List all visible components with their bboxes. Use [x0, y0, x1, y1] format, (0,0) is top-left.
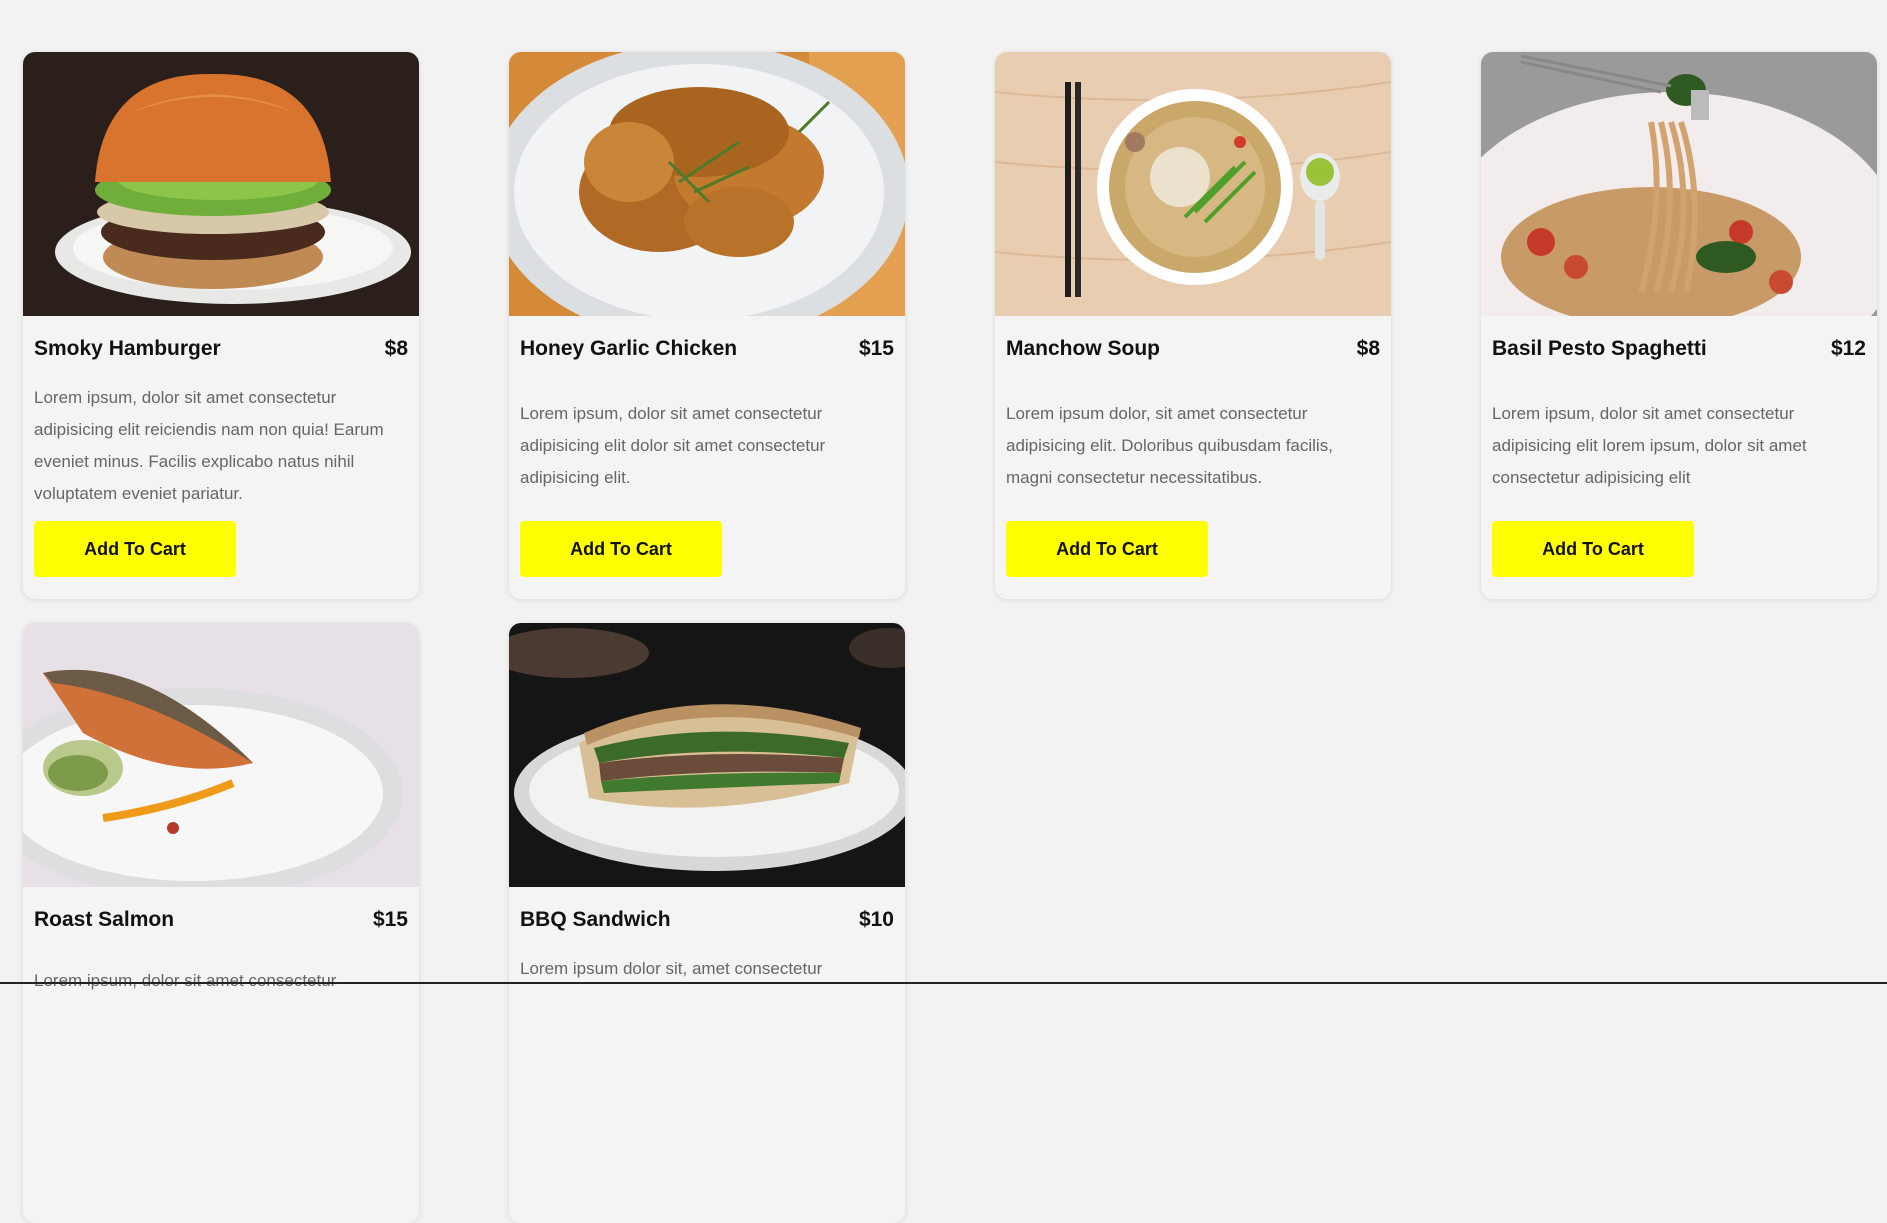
add-to-cart-button[interactable]: Add To Cart — [1492, 521, 1694, 577]
item-price: $8 — [1356, 337, 1380, 360]
item-description: Lorem ipsum, dolor sit amet consectetur — [34, 971, 337, 990]
item-price: $10 — [858, 908, 894, 931]
item-price: $8 — [384, 337, 408, 360]
sandwich-photo — [509, 623, 905, 887]
menu-card-roast-salmon: Roast Salmon $15 Lorem ipsum, dolor sit … — [23, 623, 419, 1223]
soup-photo — [995, 52, 1391, 316]
menu-card-manchow-soup: Manchow Soup $8 Lorem ipsum dolor, sit a… — [995, 52, 1391, 599]
item-price: $15 — [372, 908, 408, 931]
add-to-cart-button[interactable]: Add To Cart — [520, 521, 722, 577]
item-description: Lorem ipsum, dolor sit amet consectetur … — [520, 404, 826, 487]
menu-card-honey-garlic-chicken: Honey Garlic Chicken $15 Lorem ipsum, do… — [509, 52, 905, 599]
add-to-cart-button[interactable]: Add To Cart — [34, 521, 236, 577]
menu-grid: Smoky Hamburger $8 Lorem ipsum, dolor si… — [23, 52, 1877, 1223]
menu-card-bbq-sandwich: BBQ Sandwich $10 Lorem ipsum dolor sit, … — [509, 623, 905, 1223]
hamburger-photo — [23, 52, 419, 316]
item-description: Lorem ipsum dolor, sit amet consectetur … — [1006, 404, 1333, 487]
item-name: BBQ Sandwich — [520, 908, 671, 931]
item-description: Lorem ipsum, dolor sit amet consectetur … — [34, 388, 384, 503]
item-price: $12 — [1830, 337, 1866, 360]
menu-card-basil-pesto-spaghetti: Basil Pesto Spaghetti $12 Lorem ipsum, d… — [1481, 52, 1877, 599]
add-to-cart-button[interactable]: Add To Cart — [1006, 521, 1208, 577]
item-name: Manchow Soup — [1006, 337, 1160, 360]
item-name: Smoky Hamburger — [34, 337, 221, 360]
item-description: Lorem ipsum dolor sit, amet consectetur — [520, 959, 823, 978]
menu-card-smoky-hamburger: Smoky Hamburger $8 Lorem ipsum, dolor si… — [23, 52, 419, 599]
item-name: Roast Salmon — [34, 908, 175, 931]
item-price: $15 — [858, 337, 894, 360]
salmon-photo — [23, 623, 419, 887]
item-description: Lorem ipsum, dolor sit amet consectetur … — [1492, 404, 1807, 487]
spaghetti-photo — [1481, 52, 1877, 316]
item-name: Basil Pesto Spaghetti — [1492, 337, 1707, 360]
chicken-photo — [509, 52, 905, 316]
item-name: Honey Garlic Chicken — [520, 337, 738, 360]
